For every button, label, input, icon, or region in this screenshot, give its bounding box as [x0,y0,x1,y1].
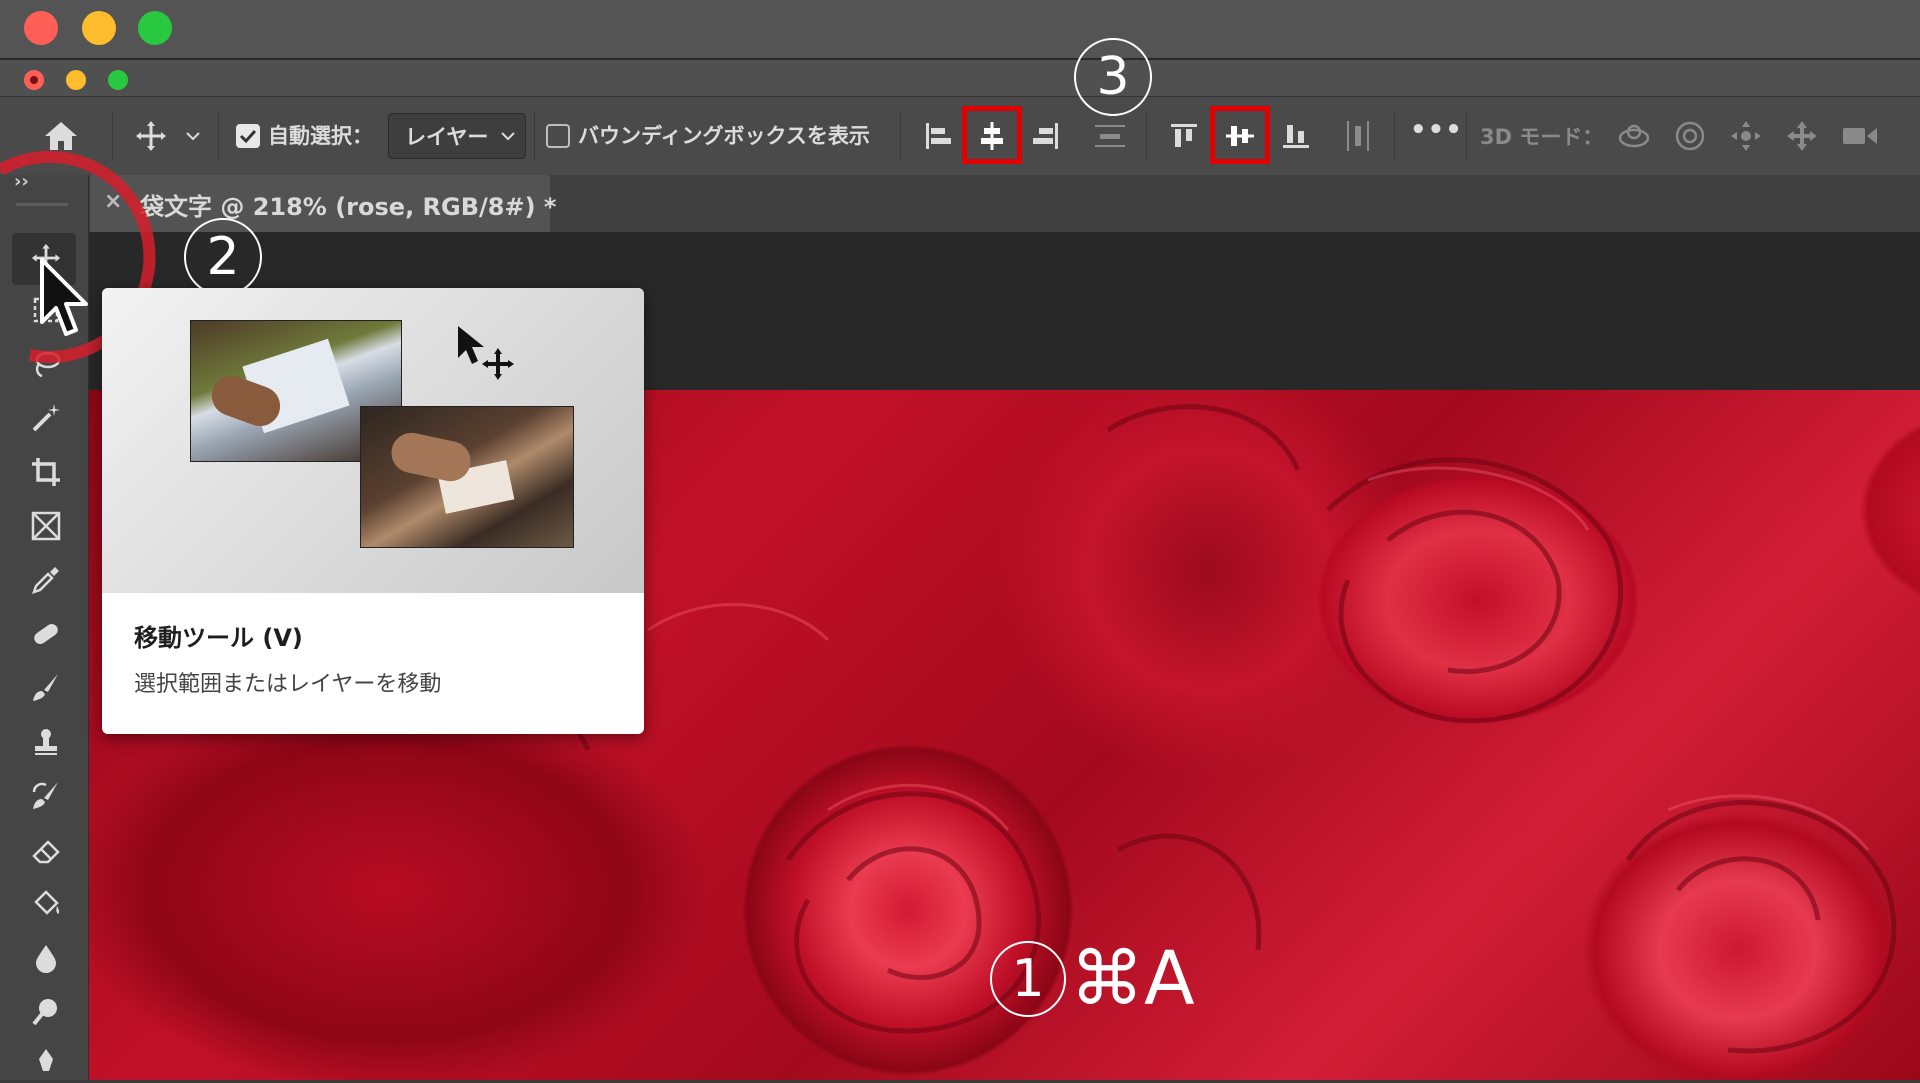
distribute-vertical-icon[interactable] [1088,114,1132,158]
crop-icon[interactable] [18,449,74,495]
orbit-icon[interactable] [1612,114,1656,158]
move-tool-tooltip: 移動ツール (V) 選択範囲またはレイヤーを移動 [102,288,644,734]
zoom-window-button[interactable] [138,11,172,45]
highlight-align-vertical-centers [1210,106,1270,164]
chevron-down-icon [501,132,515,141]
eraser-icon[interactable] [18,827,74,873]
align-bottom-edges-icon[interactable] [1274,114,1318,158]
preview-move-cursor-icon [458,326,514,380]
step-2-number: 2 [206,227,240,287]
brush-icon[interactable] [18,665,74,711]
roll-icon[interactable] [1668,114,1712,158]
align-top-edges-icon[interactable] [1162,114,1206,158]
bounding-box-label: バウンディングボックスを表示 [578,124,870,148]
document-tab-title: 袋文字 @ 218% (rose, RGB/8#) * [140,193,557,221]
slide-icon[interactable] [1780,114,1824,158]
tooltip-description: 選択範囲またはレイヤーを移動 [134,672,442,697]
pan-icon[interactable] [1724,114,1768,158]
chevron-down-icon[interactable] [180,123,206,149]
preview-photo-front [360,406,574,548]
highlight-align-horizontal-centers [962,106,1022,164]
stamp-icon[interactable] [18,719,74,765]
auto-select-checkbox[interactable] [236,124,260,148]
align-left-edges-icon[interactable] [916,114,960,158]
close-window-button[interactable] [24,11,58,45]
step-2-marker: 2 [184,218,262,296]
step-1-annotation: 1 ⌘A [990,936,1195,1022]
align-right-edges-icon[interactable] [1024,114,1068,158]
options-bar: 自動選択： レイヤー バウンディングボックスを表示 ••• 3D モード： [0,97,1920,176]
dodge-icon[interactable] [18,989,74,1035]
step-1-number: 1 [1011,949,1045,1009]
eyedropper-icon[interactable] [18,557,74,603]
paint-bucket-icon[interactable] [18,881,74,927]
distribute-horizontal-icon[interactable] [1336,114,1380,158]
blur-icon[interactable] [18,935,74,981]
history-brush-icon[interactable] [18,773,74,819]
auto-select-target-dropdown[interactable]: レイヤー [388,113,526,159]
minimize-window-button[interactable] [82,11,116,45]
more-options-button[interactable]: ••• [1410,115,1463,145]
app-minimize-button[interactable] [66,70,86,90]
frame-icon[interactable] [18,503,74,549]
scale-icon[interactable] [1836,114,1886,158]
select-all-shortcut: ⌘A [1070,936,1195,1022]
step-1-marker: 1 [990,941,1066,1017]
auto-select-label: 自動選択： [268,124,373,148]
healing-icon[interactable] [18,611,74,657]
app-title-bar [0,60,1920,97]
auto-select-target-value: レイヤー [405,125,489,149]
app-close-button[interactable] [24,70,44,90]
pen-icon[interactable] [18,1037,74,1083]
mouse-cursor-icon [40,258,88,336]
step-3-marker: 3 [1074,38,1152,116]
outer-title-bar [0,0,1920,60]
bounding-box-checkbox[interactable] [546,124,570,148]
mode-3d-label: 3D モード： [1480,125,1604,149]
tooltip-title: 移動ツール (V) [134,624,303,652]
step-3-number: 3 [1096,47,1130,107]
tooltip-preview-image [102,288,644,593]
app-zoom-button[interactable] [108,70,128,90]
magic-wand-icon[interactable] [18,395,74,441]
